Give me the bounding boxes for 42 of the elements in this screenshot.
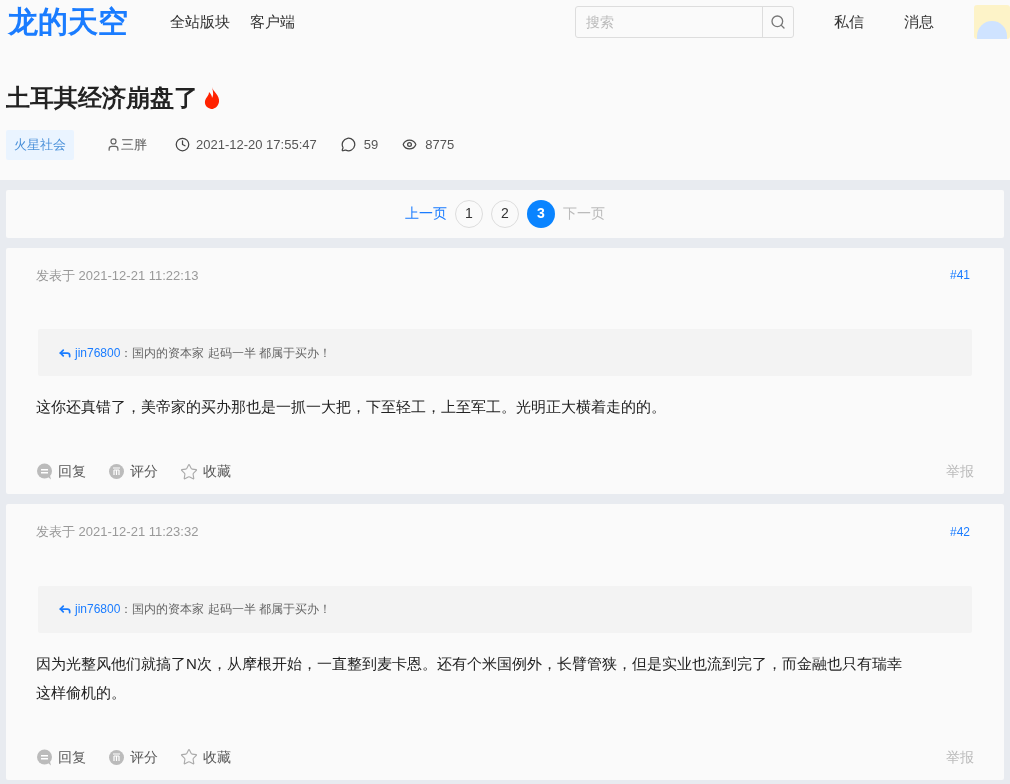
thread-title: 土耳其经济崩盘了 bbox=[6, 83, 198, 113]
view-count: 8775 bbox=[425, 136, 455, 154]
post-date: 发表于 2021-12-21 11:23:32 bbox=[36, 523, 199, 541]
star-icon bbox=[180, 748, 198, 766]
nav-link[interactable]: 客户端 bbox=[250, 10, 295, 34]
post-body: 因为光整风他们就搞了N次，从摩根开始，一直整到麦卡恩。还有个米国例外，长臂管狭，但是实业也流到完了，而金融也只有瑞幸这样偷机的。 bbox=[36, 653, 903, 703]
comment-icon bbox=[36, 748, 53, 766]
star-icon bbox=[180, 462, 198, 481]
quoted-text: ：国内的资本家 起码一半 都属于买办！ bbox=[120, 344, 332, 362]
coin-icon bbox=[108, 748, 125, 766]
post-body: 这你还真错了，美帝家的买办那也是一抓一大把，下至轻工，上至军工。光明正大横着走的的。 bbox=[36, 397, 667, 417]
search-icon bbox=[770, 14, 786, 30]
post-action-button[interactable]: 评分 bbox=[108, 746, 158, 768]
post-action-button[interactable]: 回复 bbox=[36, 461, 86, 482]
quoted-text: ：国内的资本家 起码一半 都属于买办！ bbox=[120, 601, 332, 618]
floor-number[interactable]: #41 bbox=[949, 266, 970, 285]
header-link[interactable]: 消息 bbox=[904, 10, 934, 34]
post-action-button[interactable]: 收藏 bbox=[180, 746, 231, 768]
post-date: 发表于 2021-12-21 11:22:13 bbox=[36, 266, 199, 285]
reply-icon bbox=[58, 602, 72, 616]
page-button[interactable]: 3 bbox=[527, 199, 555, 228]
site-logo[interactable]: 龙的天空 bbox=[6, 2, 130, 42]
header-link[interactable]: 私信 bbox=[834, 10, 864, 34]
search-bar[interactable]: 搜索 bbox=[575, 6, 794, 38]
quoted-user-link[interactable]: jin76800 bbox=[75, 600, 121, 618]
search-field[interactable]: 搜索 bbox=[576, 11, 762, 33]
comment-icon bbox=[340, 137, 356, 153]
author-name[interactable]: 三胖 bbox=[121, 135, 147, 155]
coin-icon bbox=[108, 463, 125, 480]
nav-link[interactable]: 全站版块 bbox=[170, 10, 230, 34]
reply-count: 59 bbox=[363, 136, 379, 154]
quoted-user-link[interactable]: jin76800 bbox=[75, 343, 121, 362]
post-action-button[interactable]: 收藏 bbox=[180, 461, 231, 482]
eye-icon bbox=[402, 137, 418, 153]
user-icon bbox=[106, 137, 121, 153]
floor-number[interactable]: #42 bbox=[949, 522, 970, 541]
post-action-button[interactable]: 回复 bbox=[36, 746, 86, 768]
post-action-button[interactable]: 评分 bbox=[108, 461, 158, 482]
comment-icon bbox=[36, 463, 53, 480]
post-time: 2021-12-20 17:55:47 bbox=[196, 136, 317, 154]
clock-icon bbox=[175, 137, 190, 153]
previous-page-link[interactable]: 上一页 bbox=[405, 203, 447, 224]
